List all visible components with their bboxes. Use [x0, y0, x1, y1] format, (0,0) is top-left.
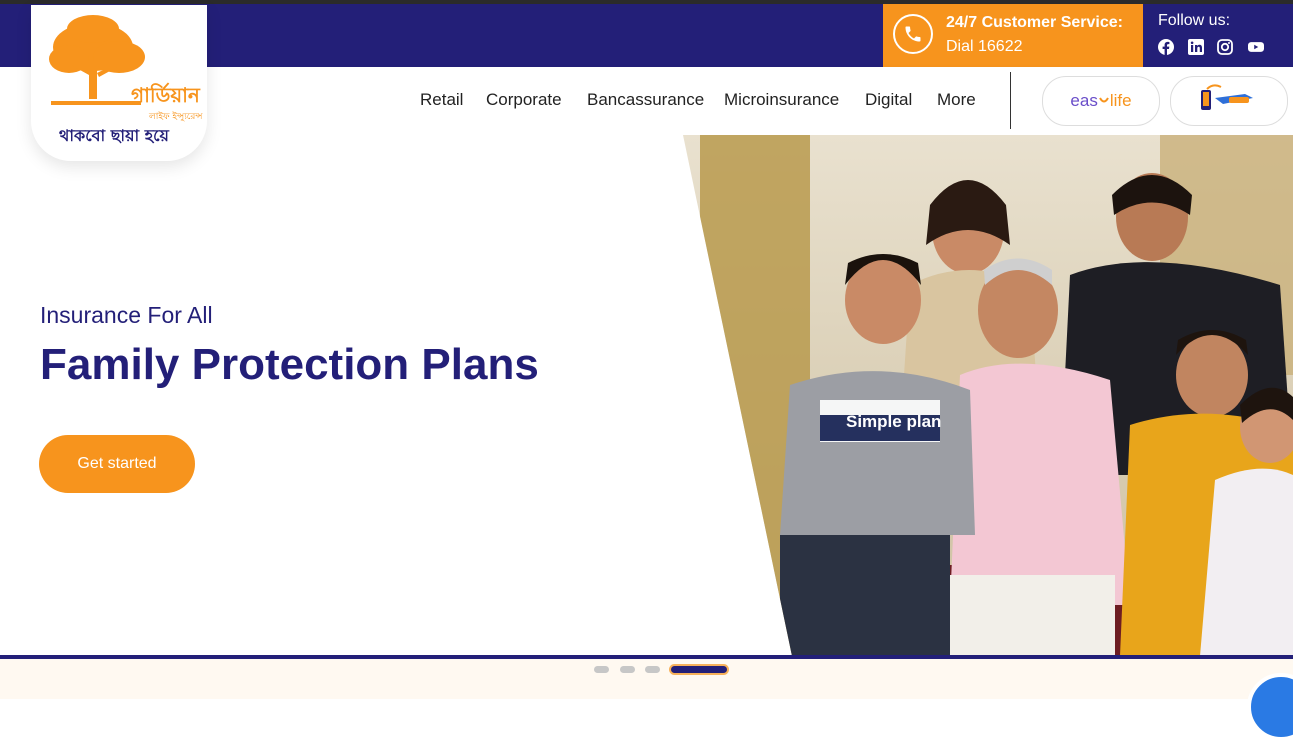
nav-item-more[interactable]: More [937, 90, 976, 110]
instagram-icon[interactable] [1217, 39, 1233, 55]
nav-item-corporate[interactable]: Corporate [486, 90, 562, 110]
nav-item-digital[interactable]: Digital [865, 90, 912, 110]
nav-divider [1010, 72, 1011, 129]
customer-service-box[interactable]: 24/7 Customer Service: Dial 16622 [883, 4, 1143, 67]
carousel-dot-1[interactable] [594, 666, 609, 673]
app-download-button[interactable] [1170, 76, 1288, 126]
logo-tagline: থাকবো ছায়া হয়ে [59, 126, 169, 145]
youtube-icon[interactable] [1248, 39, 1264, 55]
easylife-logo: eas life [1043, 91, 1159, 111]
get-started-button[interactable]: Get started [39, 435, 195, 493]
nav-item-retail[interactable]: Retail [420, 90, 463, 110]
nav-item-bancassurance[interactable]: Bancassurance [587, 90, 704, 110]
follow-us-label: Follow us: [1158, 12, 1231, 29]
smile-icon [1098, 97, 1109, 103]
customer-service-number[interactable]: Dial 16622 [946, 38, 1023, 56]
shirt-text: Simple plan [846, 412, 941, 431]
next-section [0, 659, 1293, 699]
easylife-text-b: life [1109, 91, 1132, 110]
easylife-button[interactable]: eas life [1042, 76, 1160, 126]
carousel-dot-3[interactable] [645, 666, 660, 673]
mobile-app-icon [1201, 84, 1253, 110]
hero-subtitle: Insurance For All [40, 302, 213, 328]
nav-item-microinsurance[interactable]: Microinsurance [724, 90, 839, 110]
easylife-text-a: eas [1070, 91, 1098, 110]
facebook-icon[interactable] [1158, 39, 1174, 55]
carousel-dot-4[interactable] [671, 666, 727, 673]
family-photo: Simple plan [683, 135, 1293, 656]
logo-sub-bangla: লাইফ ইন্স্যুরেন্স [149, 112, 203, 122]
hero-banner: Simple plan Insurance For All Family Pro… [0, 135, 1293, 656]
customer-service-title: 24/7 Customer Service: [946, 14, 1123, 31]
logo[interactable]: গার্ডিয়ান লাইফ ইন্স্যুরেন্স থাকবো ছায়া… [31, 5, 207, 161]
carousel-dot-2[interactable] [620, 666, 635, 673]
follow-us: Follow us: [1158, 12, 1264, 55]
linkedin-icon[interactable] [1188, 39, 1204, 55]
phone-icon [893, 14, 933, 54]
hero-title: Family Protection Plans [40, 340, 539, 389]
